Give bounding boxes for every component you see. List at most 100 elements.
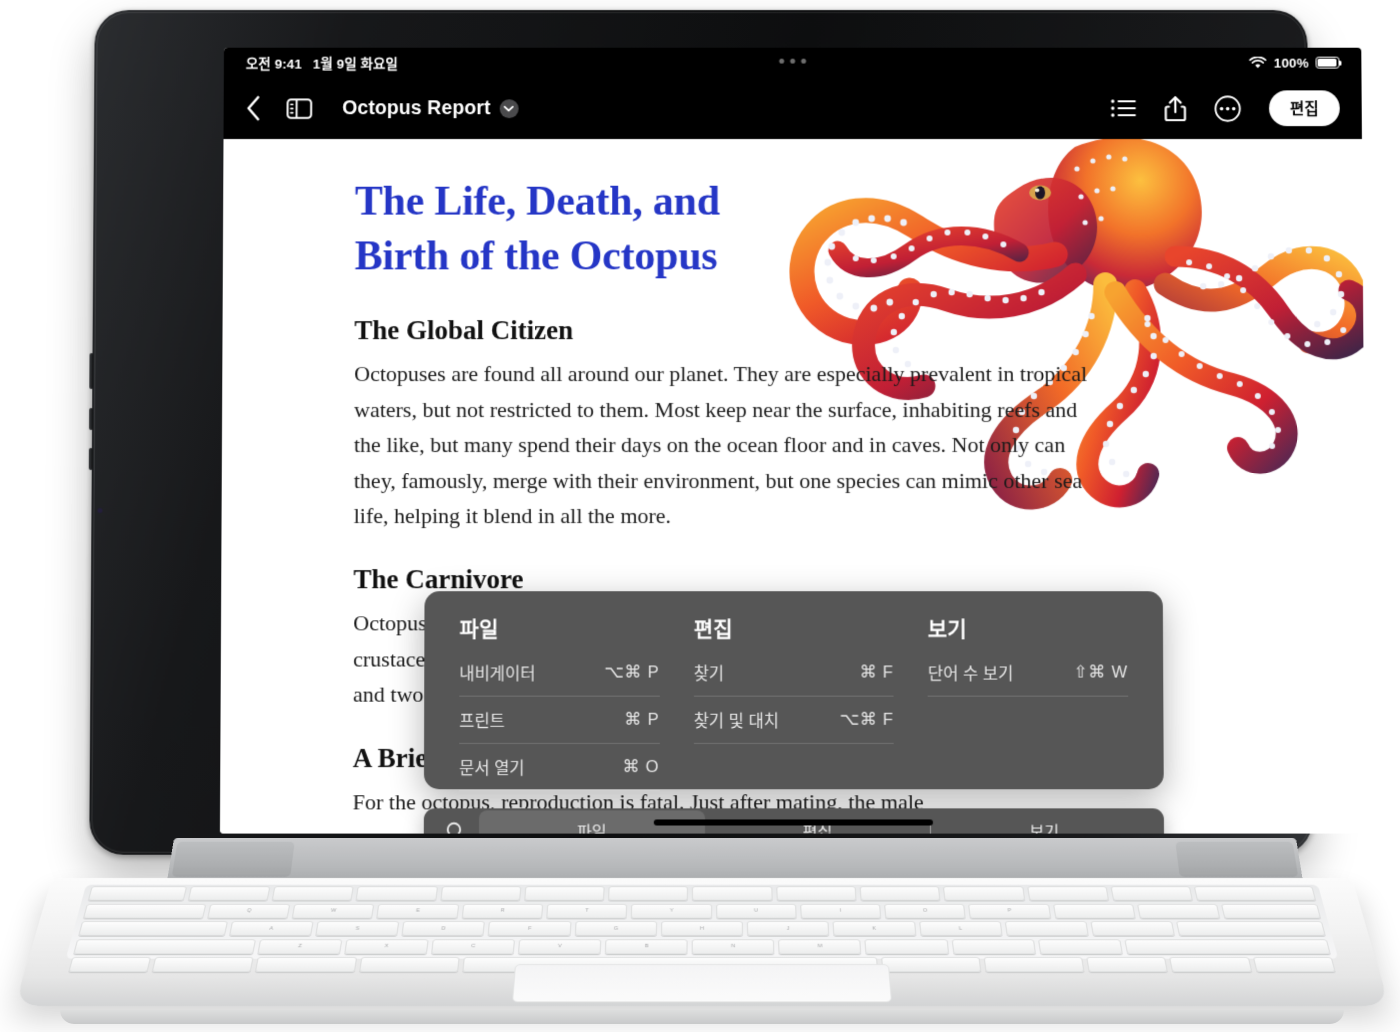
key-bracket-left[interactable] xyxy=(1052,903,1136,919)
keyboard-row: ZX CV BN M xyxy=(73,938,1331,954)
key[interactable] xyxy=(439,886,522,901)
status-bar: 오전 9:41 1월 9일 화요일 100% xyxy=(223,47,1362,78)
home-indicator[interactable] xyxy=(653,819,933,826)
shortcut-item[interactable]: 단어 수 보기 ⇧⌘ W xyxy=(927,649,1129,697)
document-canvas[interactable]: The Life, Death, and Birth of the Octopu… xyxy=(219,139,1367,834)
shortcut-item[interactable]: 프린트 ⌘ P xyxy=(459,696,660,744)
search-icon[interactable] xyxy=(431,821,479,834)
key-x[interactable]: X xyxy=(344,938,429,954)
key[interactable] xyxy=(187,886,271,901)
key-f[interactable]: F xyxy=(488,921,572,936)
key-period[interactable] xyxy=(951,938,1036,954)
key-v[interactable]: V xyxy=(518,938,602,954)
key-arrow-updown[interactable] xyxy=(1169,956,1252,973)
key-comma[interactable] xyxy=(864,938,949,954)
key-o[interactable]: O xyxy=(884,903,967,919)
key-y[interactable]: Y xyxy=(631,903,712,919)
segment-view[interactable]: 보기 xyxy=(931,810,1157,834)
key-arrow-right[interactable] xyxy=(1252,956,1336,973)
key-i[interactable]: I xyxy=(800,903,882,919)
shortcut-item[interactable]: 찾기 및 대치 ⌥⌘ F xyxy=(693,696,894,744)
key-esc[interactable] xyxy=(87,886,187,901)
edit-button[interactable]: 편집 xyxy=(1268,90,1340,127)
key-bracket-right[interactable] xyxy=(1136,903,1221,919)
key-z[interactable]: Z xyxy=(257,938,343,954)
keyboard-row: AS DF GH JK L xyxy=(78,921,1326,936)
key-arrow-left[interactable] xyxy=(1085,956,1169,973)
key-q[interactable]: Q xyxy=(207,903,291,919)
shortcut-keys: ⌥⌘ P xyxy=(604,663,660,682)
key-d[interactable]: D xyxy=(401,921,486,936)
key-tab[interactable] xyxy=(83,903,207,919)
key-s[interactable]: S xyxy=(315,921,400,936)
shortcut-label: 단어 수 보기 xyxy=(927,665,1014,684)
key-return[interactable] xyxy=(1176,921,1326,936)
key[interactable] xyxy=(1026,886,1109,901)
key[interactable] xyxy=(1110,886,1194,901)
navbar-right-group: 편집 xyxy=(1110,90,1340,127)
key-delete[interactable] xyxy=(1193,886,1317,901)
key-command-right[interactable] xyxy=(880,956,981,973)
volume-up-button[interactable] xyxy=(89,408,94,431)
ellipsis-circle-icon[interactable] xyxy=(1214,95,1241,122)
volume-down-button[interactable] xyxy=(88,447,93,471)
key-l[interactable]: L xyxy=(918,921,1003,936)
key-n[interactable]: N xyxy=(691,938,775,954)
key-g[interactable]: G xyxy=(574,921,658,936)
shortcut-item[interactable]: 찾기 ⌘ F xyxy=(693,649,894,697)
key-w[interactable]: W xyxy=(291,903,375,919)
chevron-down-icon[interactable] xyxy=(499,98,519,118)
key[interactable] xyxy=(775,886,857,901)
shortcut-item[interactable]: 내비게이터 ⌥⌘ P xyxy=(459,649,660,697)
key-p[interactable]: P xyxy=(968,903,1051,919)
key[interactable] xyxy=(692,886,773,901)
key[interactable] xyxy=(524,886,605,901)
keyboard-shortcuts-overlay: 파일 내비게이터 ⌥⌘ P 프린트 ⌘ P 문서 열기 ⌘ O 편집 찾기 ⌘ … xyxy=(423,591,1164,826)
key-h[interactable]: H xyxy=(660,921,744,936)
key-k[interactable]: K xyxy=(832,921,916,936)
key[interactable] xyxy=(355,886,438,901)
key-slash[interactable] xyxy=(1037,938,1123,954)
key-j[interactable]: J xyxy=(746,921,830,936)
key-option-right[interactable] xyxy=(983,956,1085,973)
key-control[interactable] xyxy=(152,956,255,973)
chevron-left-icon[interactable] xyxy=(246,95,261,121)
shortcut-column-file: 파일 내비게이터 ⌥⌘ P 프린트 ⌘ P 문서 열기 ⌘ O xyxy=(442,613,677,826)
magic-keyboard[interactable]: QW ER TY UI OP AS DF GH JK L ZX C V B N … xyxy=(14,878,1390,1007)
key[interactable] xyxy=(859,886,941,901)
key-command-left[interactable] xyxy=(358,956,460,973)
key[interactable] xyxy=(271,886,354,901)
sidebar-toggle-icon[interactable] xyxy=(286,98,312,119)
key-shift-right[interactable] xyxy=(1123,938,1331,954)
status-date: 1월 9일 화요일 xyxy=(312,56,399,72)
shortcut-label: 찾기 xyxy=(693,665,725,684)
key-r[interactable]: R xyxy=(461,903,544,919)
key-option-left[interactable] xyxy=(255,956,357,973)
key-globe[interactable] xyxy=(68,956,152,973)
document-title-group[interactable]: Octopus Report xyxy=(342,97,519,120)
camera-dot xyxy=(97,508,103,514)
shortcut-item[interactable]: 문서 열기 ⌘ O xyxy=(459,743,660,792)
key-a[interactable]: A xyxy=(228,921,314,936)
key-quote[interactable] xyxy=(1090,921,1176,936)
key-backslash[interactable] xyxy=(1221,903,1321,919)
key-t[interactable]: T xyxy=(546,903,628,919)
key-m[interactable]: M xyxy=(778,938,862,954)
key-shift-left[interactable] xyxy=(73,938,256,954)
shortcut-label: 문서 열기 xyxy=(459,760,525,779)
key-caps-lock[interactable] xyxy=(78,921,228,936)
key-b[interactable]: B xyxy=(604,938,688,954)
trackpad[interactable] xyxy=(511,964,893,1003)
key-c[interactable]: C xyxy=(431,938,516,954)
volume-button[interactable] xyxy=(89,353,94,390)
share-icon[interactable] xyxy=(1164,95,1186,122)
shortcut-column-view: 보기 단어 수 보기 ⇧⌘ W xyxy=(911,613,1146,779)
keyboard-key-rows: QW ER TY UI OP AS DF GH JK L ZX C V B N … xyxy=(67,886,1336,975)
key-e[interactable]: E xyxy=(376,903,460,919)
key[interactable] xyxy=(608,886,689,901)
list-view-icon[interactable] xyxy=(1110,98,1136,118)
key-semicolon[interactable] xyxy=(1004,921,1089,936)
multitask-dots-icon[interactable] xyxy=(779,58,807,64)
key[interactable] xyxy=(943,886,1025,901)
key-u[interactable]: U xyxy=(715,903,797,919)
